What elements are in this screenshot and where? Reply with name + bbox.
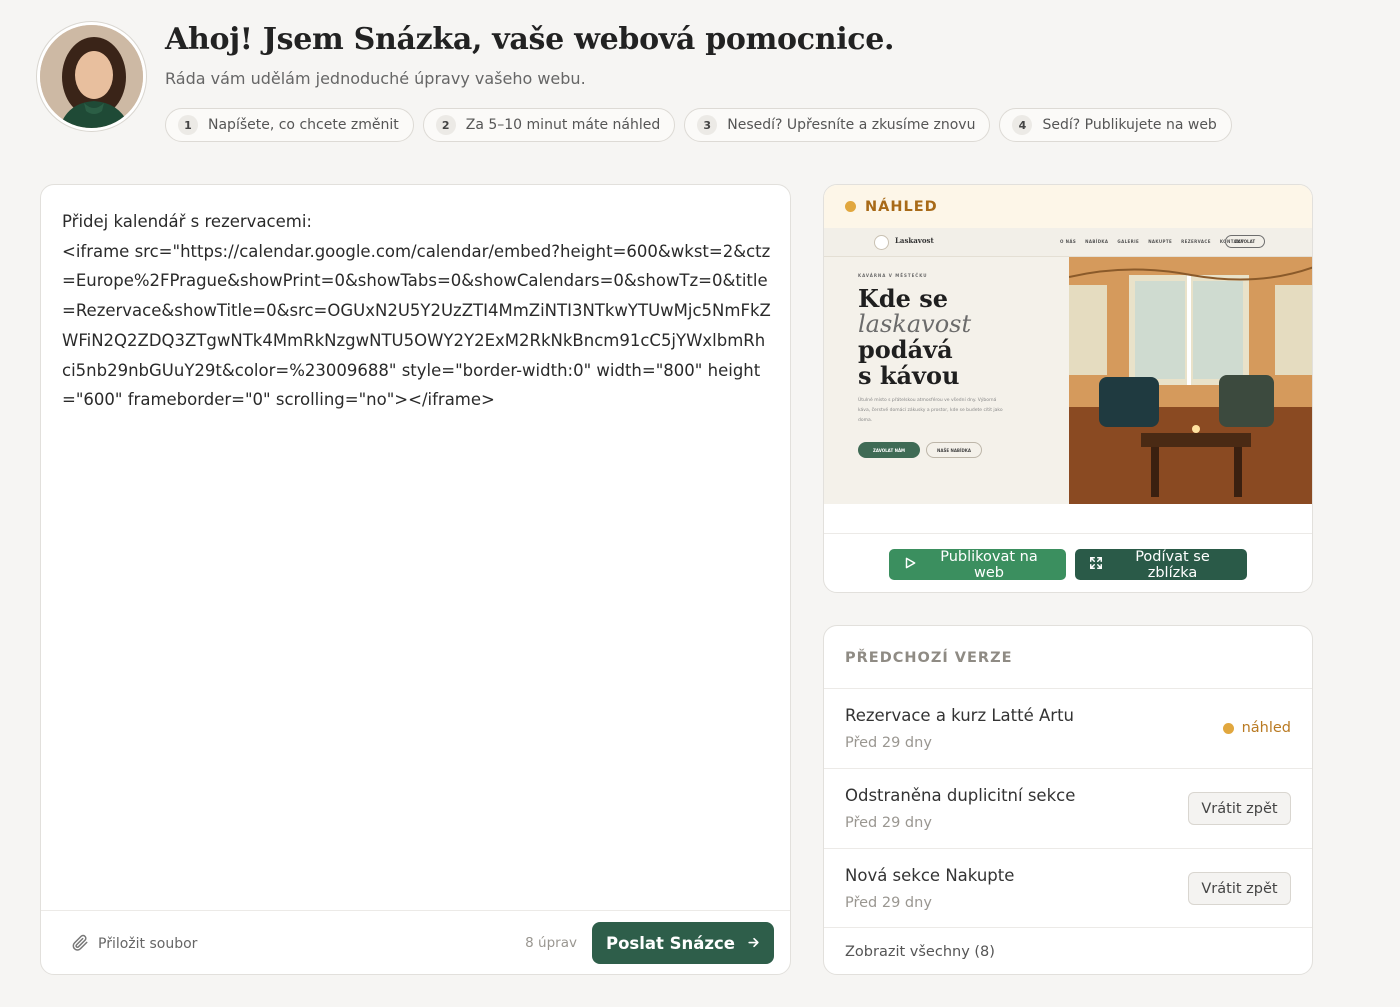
- site-cta-menu: NAŠE NABÍDKA: [926, 442, 982, 458]
- preview-header: NÁHLED: [824, 185, 1312, 228]
- site-menu-item: NAKUPTE: [1148, 239, 1173, 244]
- attach-file-button[interactable]: Přiložit soubor: [71, 933, 197, 955]
- cafe-interior-photo: [1068, 257, 1312, 504]
- site-headline: Kde se laskavost podává s kávou: [858, 286, 971, 388]
- site-nav: Laskavost O NÁS NABÍDKA GALERIE NAKUPTE …: [824, 228, 1312, 257]
- version-title: Rezervace a kurz Latté Artu: [845, 706, 1075, 725]
- publish-label: Publikovat na web: [940, 548, 1038, 581]
- preview-actions: Publikovat na web Podívat se zblízka: [824, 533, 1312, 592]
- request-textarea[interactable]: Přidej kalendář s rezervacemi: <iframe s…: [62, 207, 774, 415]
- revert-button[interactable]: Vrátit zpět: [1188, 792, 1291, 825]
- version-status: náhled: [1222, 720, 1291, 736]
- request-editor[interactable]: Přidej kalendář s rezervacemi: <iframe s…: [40, 184, 791, 975]
- version-title: Nová sekce Nakupte: [845, 866, 1015, 885]
- version-row: Odstraněna duplicitní sekce Před 29 dny …: [824, 768, 1312, 848]
- site-headline-line: Kde se: [858, 284, 949, 313]
- publish-button[interactable]: Publikovat na web: [889, 548, 1066, 581]
- attach-file-label: Přiložit soubor: [98, 936, 198, 952]
- versions-title: PŘEDCHOZÍ VERZE: [845, 650, 1013, 666]
- site-menu-item: NABÍDKA: [1085, 239, 1109, 244]
- step-number: 1: [178, 115, 198, 135]
- previous-versions-panel: PŘEDCHOZÍ VERZE Rezervace a kurz Latté A…: [823, 625, 1313, 975]
- step-number: 3: [697, 115, 718, 135]
- status-dot-icon: [1222, 722, 1234, 734]
- send-label: Poslat Snázce: [605, 933, 735, 953]
- step-4: 4 Sedí? Publikujete na web: [999, 108, 1232, 142]
- step-label: Sedí? Publikujete na web: [1042, 117, 1217, 133]
- version-time: Před 29 dny: [845, 895, 932, 911]
- version-time: Před 29 dny: [845, 815, 932, 831]
- revert-button[interactable]: Vrátit zpět: [1188, 872, 1291, 905]
- step-1: 1 Napíšete, co chcete změnit: [165, 108, 414, 142]
- version-status-label: náhled: [1241, 720, 1291, 736]
- send-button[interactable]: Poslat Snázce: [592, 922, 774, 964]
- page-subtitle: Ráda vám udělám jednoduché úpravy vašeho…: [165, 69, 586, 88]
- editor-footer: Přiložit soubor 8 úprav Poslat Snázce: [41, 910, 790, 974]
- step-2: 2 Za 5–10 minut máte náhled: [422, 108, 676, 142]
- site-logo-text: Laskavost: [895, 236, 934, 245]
- site-headline-line: podává: [858, 335, 953, 364]
- site-menu-item: O NÁS: [1060, 239, 1077, 244]
- step-label: Za 5–10 minut máte náhled: [465, 117, 661, 133]
- step-number: 4: [1012, 115, 1033, 135]
- versions-footer: Zobrazit všechny (8): [824, 927, 1312, 974]
- site-menu-item: REZERVACE: [1181, 239, 1211, 244]
- version-time: Před 29 dny: [845, 735, 932, 751]
- site-headline-line: s kávou: [858, 360, 960, 390]
- version-row[interactable]: Rezervace a kurz Latté Artu Před 29 dny …: [824, 688, 1312, 768]
- step-3: 3 Nesedí? Upřesníte a zkusíme znovu: [684, 108, 991, 142]
- step-label: Napíšete, co chcete změnit: [208, 117, 399, 133]
- version-row: Nová sekce Nakupte Před 29 dny Vrátit zp…: [824, 848, 1312, 928]
- step-number: 2: [435, 115, 456, 135]
- status-dot-icon: [845, 201, 856, 212]
- page-title: Ahoj! Jsem Snázka, vaše webová pomocnice…: [165, 22, 895, 57]
- expand-icon: [1089, 556, 1103, 574]
- preview-label: NÁHLED: [865, 198, 938, 215]
- play-icon: [903, 556, 917, 574]
- website-preview-thumbnail[interactable]: Laskavost O NÁS NABÍDKA GALERIE NAKUPTE …: [824, 228, 1312, 504]
- step-label: Nesedí? Upřesníte a zkusíme znovu: [727, 117, 976, 133]
- site-logo-icon: [874, 235, 889, 250]
- site-menu-item: GALERIE: [1117, 239, 1140, 244]
- site-call-button: ZAVOLAT: [1225, 235, 1265, 248]
- show-all-versions-link[interactable]: Zobrazit všechny (8): [845, 944, 995, 960]
- preview-card: NÁHLED Laskavost O NÁS NABÍDKA GALERIE N…: [823, 184, 1313, 593]
- steps-list: 1 Napíšete, co chcete změnit 2 Za 5–10 min…: [165, 108, 1232, 142]
- site-headline-line: laskavost: [858, 309, 972, 338]
- zoom-label: Podívat se zblízka: [1135, 548, 1210, 581]
- version-title: Odstraněna duplicitní sekce: [845, 786, 1076, 805]
- paperclip-icon: [71, 933, 89, 955]
- arrow-right-icon: [747, 934, 760, 953]
- site-eyebrow: KAVÁRNA V MĚSTEČKU: [858, 273, 928, 278]
- site-paragraph: Útulné místo s přátelskou atmosférou ve …: [858, 398, 1003, 423]
- assistant-avatar: [37, 22, 146, 131]
- edits-count: 8 úprav: [525, 935, 577, 951]
- site-menu: O NÁS NABÍDKA GALERIE NAKUPTE REZERVACE …: [1060, 239, 1244, 244]
- site-cta-call: ZAVOLAT NÁM: [858, 442, 920, 458]
- zoom-preview-button[interactable]: Podívat se zblízka: [1075, 548, 1247, 581]
